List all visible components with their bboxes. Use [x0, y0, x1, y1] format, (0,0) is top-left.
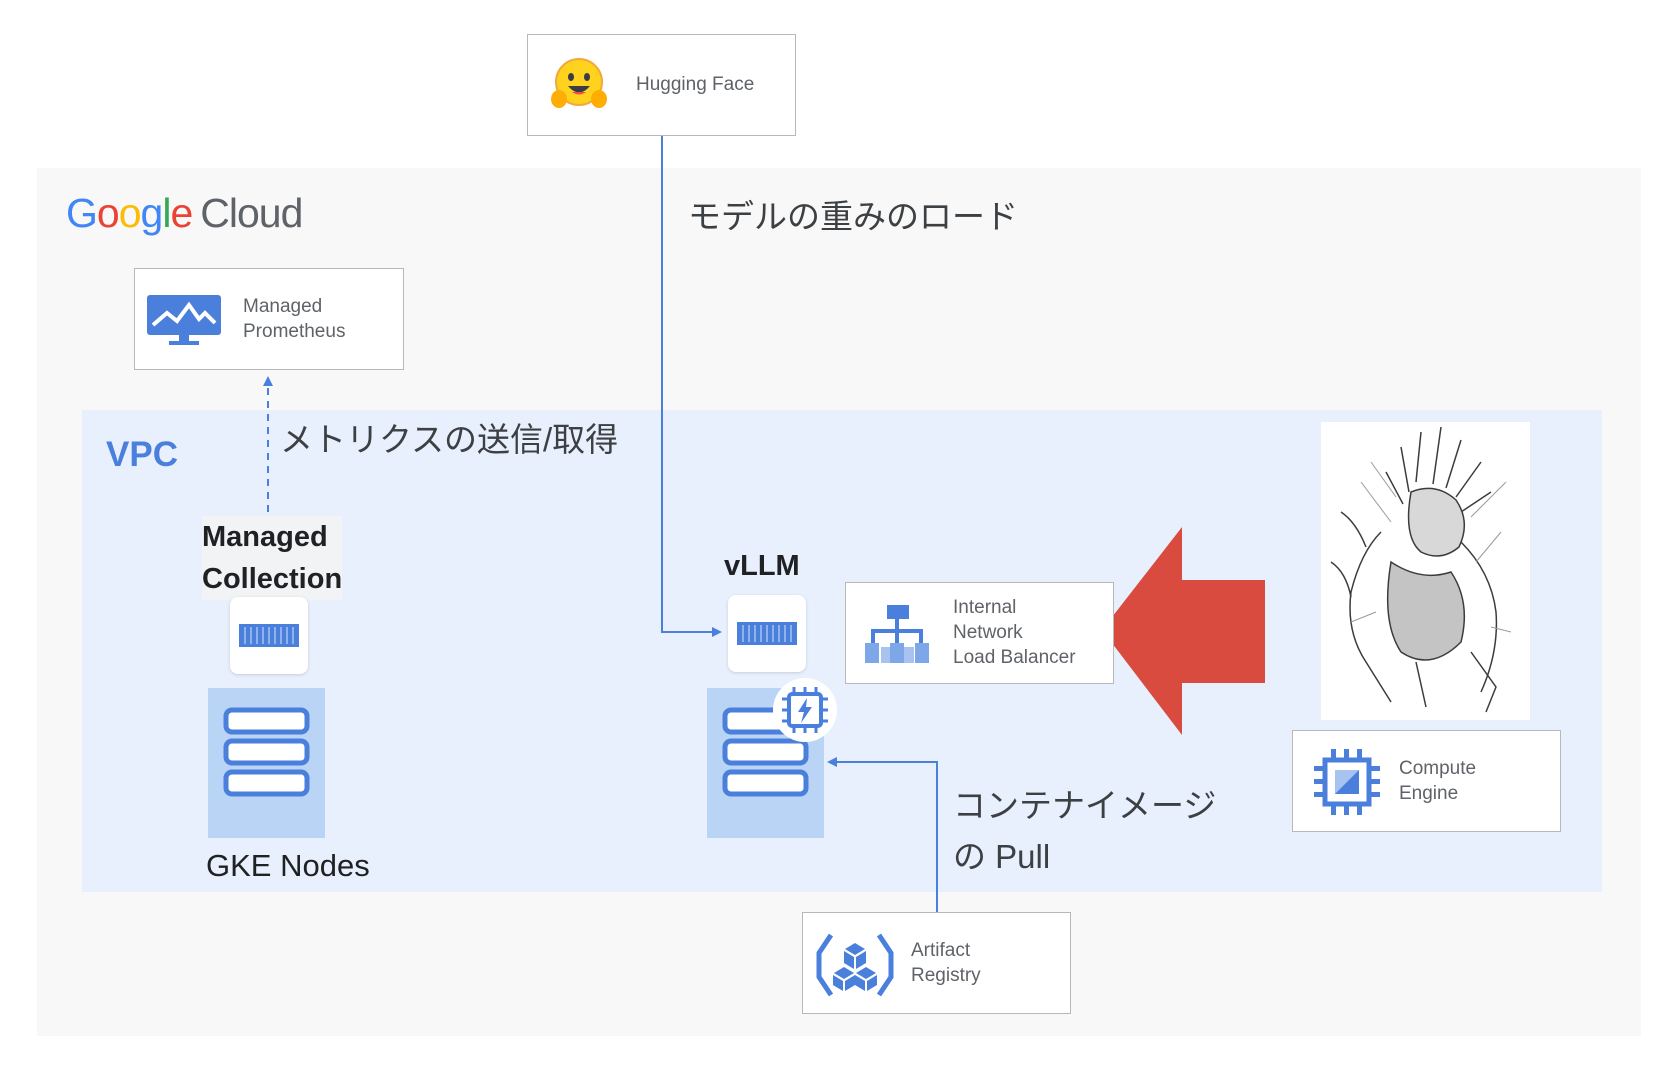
- artifact-registry-icon: [815, 929, 895, 1001]
- artifact-registry-label: Artifact Registry: [911, 940, 981, 986]
- managed-collection-pod[interactable]: [230, 597, 308, 674]
- metrics-edge-label: メトリクスの送信/取得: [280, 421, 619, 458]
- managed-collection-label: Managed Collection: [202, 516, 343, 600]
- compute-engine-card[interactable]: Compute Engine: [1292, 730, 1561, 832]
- load-balancer-card[interactable]: Internal Network Load Balancer: [845, 582, 1114, 684]
- compute-engine-icon: [1313, 748, 1381, 816]
- huggingface-card[interactable]: Hugging Face: [527, 34, 796, 136]
- monitoring-icon: [145, 293, 223, 348]
- image-pull-edge-label: コンテナイメージ の Pull: [953, 787, 1217, 875]
- weights-edge-label: モデルの重みのロード: [688, 198, 1018, 235]
- pod-icon: [239, 624, 299, 647]
- hugging-face-emoji-icon: [550, 55, 608, 113]
- image-pull-edge: [827, 757, 938, 912]
- vllm-label: vLLM: [724, 550, 800, 582]
- gke-nodes-label: GKE Nodes: [206, 848, 370, 883]
- server-stack-icon: [223, 707, 310, 797]
- compute-engine-label: Compute Engine: [1399, 758, 1477, 804]
- prometheus-card[interactable]: Managed Prometheus: [134, 268, 404, 370]
- vllm-pod[interactable]: [728, 595, 806, 672]
- client-illustration: [1321, 422, 1530, 720]
- huggingface-label: Hugging Face: [636, 74, 755, 95]
- prometheus-label: Managed Prometheus: [243, 296, 346, 342]
- gke-node-left[interactable]: [208, 688, 325, 838]
- red-arrow: [1102, 527, 1265, 735]
- pod-icon: [737, 622, 797, 645]
- accelerator-chip-icon: [772, 677, 838, 743]
- load-balancer-label: Internal Network Load Balancer: [953, 597, 1076, 668]
- artifact-registry-card[interactable]: Artifact Registry: [802, 912, 1071, 1014]
- load-balancer-icon: [864, 603, 930, 667]
